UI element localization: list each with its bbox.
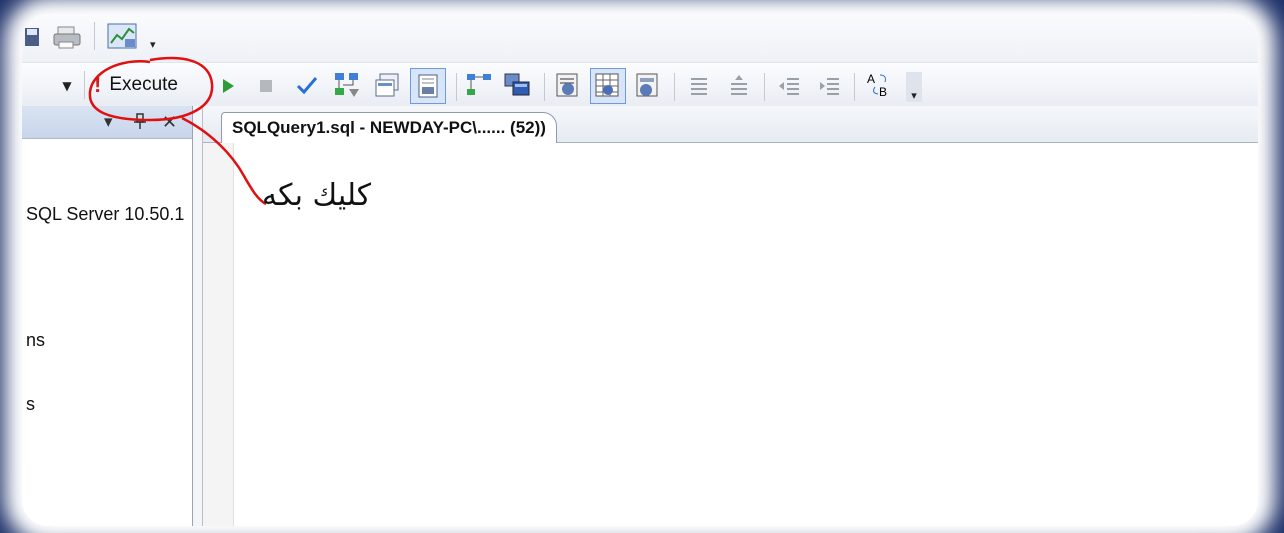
decrease-indent-icon[interactable] [774, 72, 804, 100]
execute-label: Execute [109, 74, 178, 95]
annotation-text: كليك بكه [262, 178, 372, 213]
object-explorer-header: ▾ ✕ [22, 106, 192, 139]
uncomment-icon[interactable] [724, 72, 754, 100]
chart-icon[interactable] [106, 22, 138, 50]
standard-toolbar: ▾ [22, 14, 1258, 63]
execute-button[interactable]: ! Execute [94, 70, 178, 100]
svg-text:A: A [867, 72, 875, 86]
window-position-dropdown-icon[interactable]: ▾ [104, 112, 113, 132]
editor-gutter [203, 143, 234, 526]
comment-icon[interactable] [684, 72, 714, 100]
tree-node-2[interactable]: ns [26, 330, 45, 351]
ssms-window: ▾ ▼ ! Execute A B ▾ ▾ ✕ SQL Server 10.50… [22, 14, 1258, 526]
close-icon[interactable]: ✕ [162, 112, 177, 133]
specify-values-icon[interactable] [410, 68, 446, 104]
svg-text:B: B [879, 85, 887, 99]
display-plan-icon[interactable] [332, 70, 362, 100]
client-stats-icon[interactable] [502, 70, 534, 100]
print-icon[interactable] [52, 24, 82, 50]
results-file-icon[interactable] [632, 70, 664, 102]
specify-template-icon[interactable]: AB [864, 70, 896, 100]
document-tab-strip: SQLQuery1.sql - NEWDAY-PC\...... (52)) [203, 106, 1258, 143]
tab-title: SQLQuery1.sql - NEWDAY-PC\...... (52)) [232, 118, 546, 137]
results-grid-icon[interactable] [590, 68, 626, 104]
pin-icon[interactable] [134, 112, 146, 135]
overflow-chevron-icon[interactable]: ▾ [906, 72, 922, 102]
tab-sqlquery1[interactable]: SQLQuery1.sql - NEWDAY-PC\...... (52)) [221, 112, 557, 143]
overflow-chevron-icon[interactable]: ▾ [150, 38, 156, 51]
panel-splitter[interactable] [193, 106, 203, 526]
query-designer-icon[interactable] [372, 70, 402, 100]
increase-indent-icon[interactable] [814, 72, 844, 100]
query-editor[interactable] [234, 143, 1258, 526]
results-text-icon[interactable] [552, 70, 584, 102]
stop-icon[interactable] [256, 74, 276, 98]
save-icon[interactable] [22, 24, 42, 50]
debug-run-icon[interactable] [218, 74, 238, 98]
execute-icon: ! [94, 72, 102, 97]
parse-checkmark-icon[interactable] [294, 72, 320, 98]
dropdown-arrow-icon[interactable]: ▼ [60, 76, 74, 96]
tree-node-server[interactable]: SQL Server 10.50.1 [26, 204, 192, 225]
object-explorer-panel: ▾ ✕ SQL Server 10.50.1 ns s [22, 106, 193, 526]
tree-node-3[interactable]: s [26, 394, 35, 415]
include-plan-icon[interactable] [464, 70, 494, 100]
